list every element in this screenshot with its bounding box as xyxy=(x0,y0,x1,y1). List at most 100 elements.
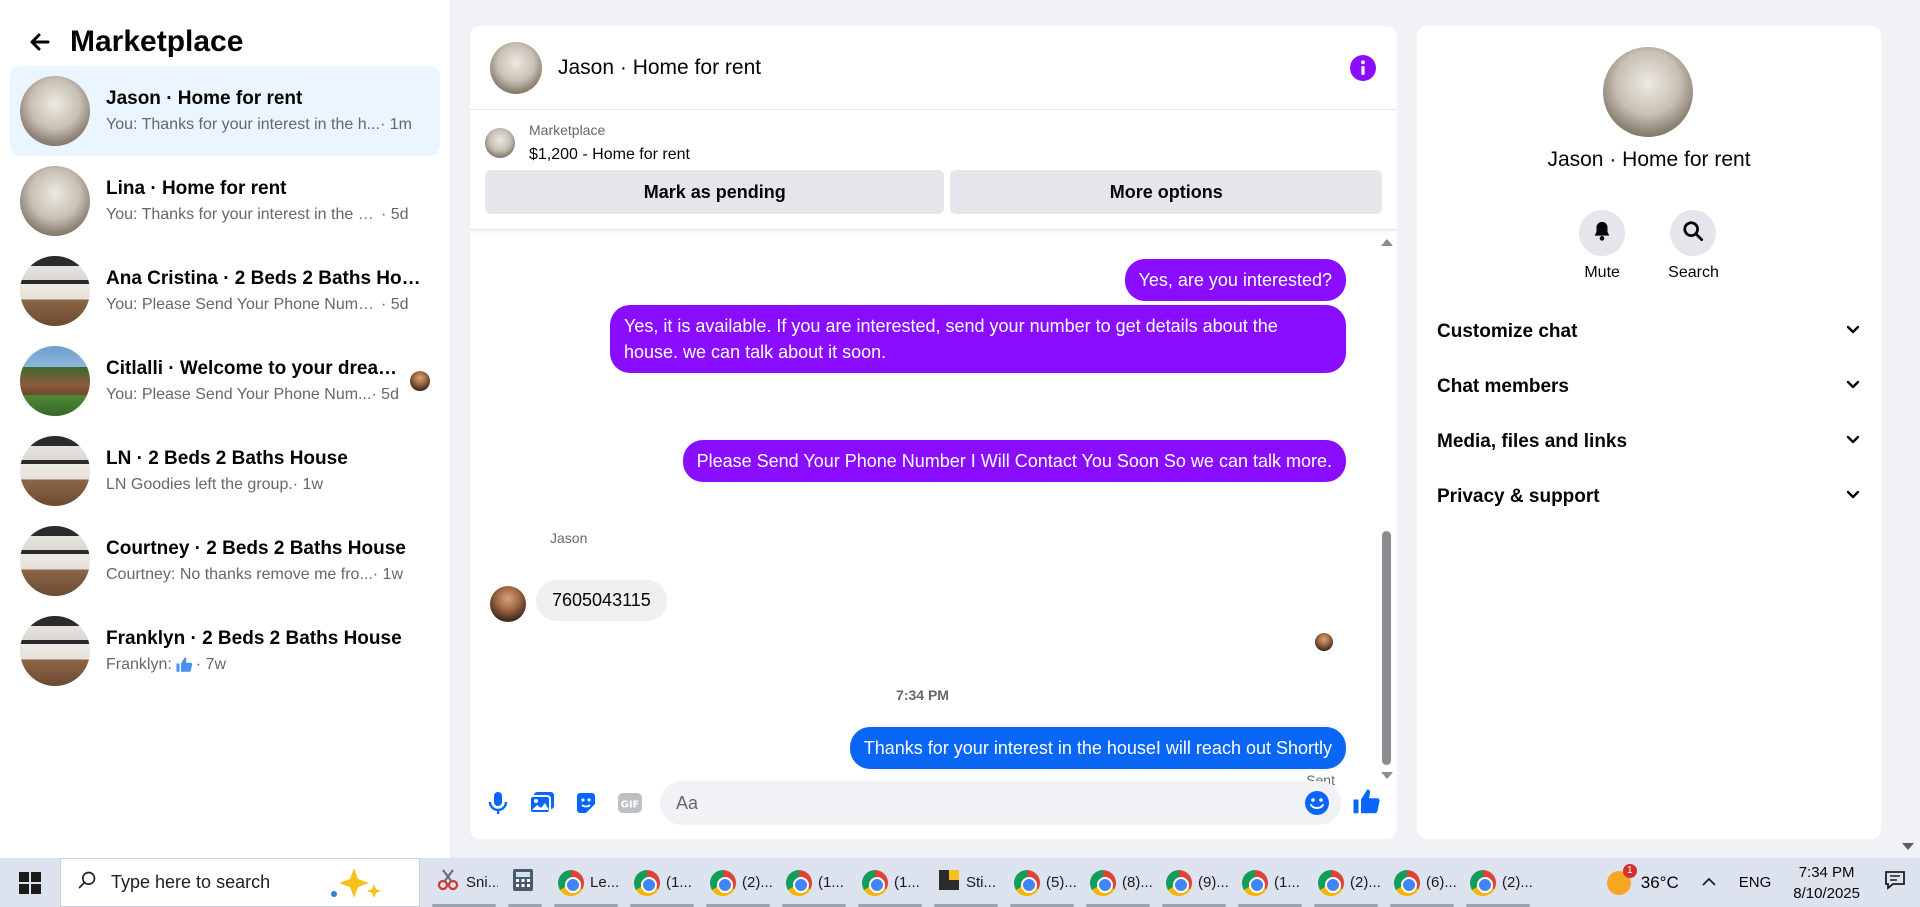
section-chat-members[interactable]: Chat members xyxy=(1437,359,1861,414)
scrollbar-thumb[interactable] xyxy=(1382,531,1391,765)
conversation-preview: You: Please Send Your Phone Number... xyxy=(106,296,381,313)
search-icon xyxy=(1682,220,1704,247)
taskbar-app-chrome[interactable]: (5)... xyxy=(1004,858,1080,907)
quick-actions: Mute Search xyxy=(1417,210,1881,282)
taskbar-app-chrome[interactable]: (9)... xyxy=(1156,858,1232,907)
conversation-item[interactable]: Lina · Home for rent You: Thanks for you… xyxy=(10,156,440,246)
conversation-item[interactable]: Courtney · 2 Beds 2 Baths House Courtney… xyxy=(10,516,440,606)
taskbar-clock[interactable]: 7:34 PM 8/10/2025 xyxy=(1793,862,1860,904)
more-options-button[interactable]: More options xyxy=(950,170,1382,214)
conversation-item[interactable]: LN · 2 Beds 2 Baths House LN Goodies lef… xyxy=(10,426,440,516)
sidebar-title: Marketplace xyxy=(70,25,244,58)
message-bubble-outgoing[interactable]: Yes, it is available. If you are interes… xyxy=(610,305,1346,373)
taskbar-app-chrome[interactable]: (1... xyxy=(776,858,852,907)
weather-widget[interactable]: 1 36°C xyxy=(1606,863,1679,895)
taskbar-app-label: Sni... xyxy=(466,874,498,891)
photo-icon[interactable] xyxy=(528,789,556,817)
conversation-name: Citlalli · Welcome to your dream... xyxy=(106,358,402,379)
chat-panel: Jason · Home for rent Marketplace $1,200… xyxy=(470,26,1397,839)
system-tray: 1 36°C ENG 7:34 PM 8/10/2025 xyxy=(1606,858,1920,907)
sender-avatar[interactable] xyxy=(490,586,526,622)
conversation-item[interactable]: Ana Cristina · 2 Beds 2 Baths House You:… xyxy=(10,246,440,336)
taskbar-app-chrome[interactable]: (1... xyxy=(624,858,700,907)
chevron-down-icon xyxy=(1845,431,1861,453)
chrome-icon xyxy=(786,869,812,896)
taskbar-app-chrome[interactable]: (2)... xyxy=(1308,858,1384,907)
chevron-down-icon xyxy=(1845,321,1861,343)
taskbar-app-label: (2)... xyxy=(1350,874,1381,891)
info-sections: Customize chat Chat members Media, files… xyxy=(1437,304,1861,524)
mark-as-pending-button[interactable]: Mark as pending xyxy=(485,170,945,214)
clock-date: 8/10/2025 xyxy=(1793,884,1860,902)
sparkle-icon xyxy=(326,866,386,900)
taskbar-app-chrome[interactable]: (8)... xyxy=(1080,858,1156,907)
message-bubble-outgoing[interactable]: Please Send Your Phone Number I Will Con… xyxy=(682,440,1346,482)
notification-center-icon[interactable] xyxy=(1884,870,1906,895)
conversation-sidebar: Marketplace Jason · Home for rent You: T… xyxy=(0,0,450,858)
conversation-item[interactable]: Jason · Home for rent You: Thanks for yo… xyxy=(10,66,440,156)
taskbar-app-chrome[interactable]: (1... xyxy=(1232,858,1308,907)
message-bubble-outgoing[interactable]: Thanks for your interest in the houseI w… xyxy=(849,727,1346,769)
chat-title[interactable]: Jason · Home for rent xyxy=(558,56,1349,80)
profile-avatar[interactable] xyxy=(1603,47,1693,137)
show-hidden-icons-icon[interactable] xyxy=(1701,874,1717,891)
marketplace-listing-bar: Marketplace $1,200 - Home for rent Mark … xyxy=(470,110,1397,230)
avatar xyxy=(20,76,90,146)
message-scrollbar[interactable] xyxy=(1379,239,1393,779)
thumbs-up-send-icon[interactable] xyxy=(1351,787,1383,819)
conversation-item[interactable]: Citlalli · Welcome to your dream... You:… xyxy=(10,336,440,426)
sticker-icon[interactable] xyxy=(572,789,600,817)
scroll-up-icon[interactable] xyxy=(1381,239,1393,246)
section-label: Customize chat xyxy=(1437,320,1578,342)
seen-avatar xyxy=(410,371,430,391)
emoji-icon[interactable] xyxy=(1303,789,1331,817)
section-media-files-links[interactable]: Media, files and links xyxy=(1437,414,1861,469)
taskbar-app-chrome[interactable]: (6)... xyxy=(1384,858,1460,907)
taskbar-app-label: (1... xyxy=(894,874,920,891)
taskbar-app-label: (9)... xyxy=(1198,874,1229,891)
search-button[interactable]: Search xyxy=(1668,210,1719,282)
chrome-icon xyxy=(1166,869,1192,896)
gif-icon[interactable]: GIF xyxy=(616,789,644,817)
taskbar-app-chrome[interactable]: Le... xyxy=(548,858,624,907)
info-icon[interactable] xyxy=(1349,54,1377,82)
thumbs-up-icon xyxy=(175,656,193,674)
listing-title[interactable]: $1,200 - Home for rent xyxy=(529,146,690,164)
taskbar-app-sticky-notes[interactable]: Sti... xyxy=(928,858,1004,907)
back-arrow-icon[interactable] xyxy=(26,28,54,56)
sticky-notes-icon xyxy=(938,869,960,896)
chat-header: Jason · Home for rent xyxy=(470,26,1397,110)
section-customize-chat[interactable]: Customize chat xyxy=(1437,304,1861,359)
listing-thumbnail[interactable] xyxy=(485,128,515,158)
taskbar-app-chrome[interactable]: (2)... xyxy=(1460,858,1536,907)
page-scroll-down-icon[interactable] xyxy=(1902,843,1914,850)
section-privacy-support[interactable]: Privacy & support xyxy=(1437,469,1861,524)
calculator-icon xyxy=(512,868,534,897)
taskbar-app-chrome[interactable]: (1... xyxy=(852,858,928,907)
conversation-time: · 1w xyxy=(292,476,324,493)
timestamp-separator: 7:34 PM xyxy=(896,687,949,703)
microphone-icon[interactable] xyxy=(484,789,512,817)
svg-text:GIF: GIF xyxy=(621,800,640,811)
message-bubble-incoming[interactable]: 7605043115 xyxy=(536,580,667,621)
conversation-info-panel: Jason · Home for rent Mute Search Custom… xyxy=(1417,26,1881,839)
search-label: Search xyxy=(1668,264,1719,281)
conversation-name: Jason · Home for rent xyxy=(106,88,303,109)
taskbar-app-chrome[interactable]: (2)... xyxy=(700,858,776,907)
message-thread: Yes, are you interested? Yes, it is avai… xyxy=(470,231,1375,788)
windows-start-icon[interactable] xyxy=(0,858,60,907)
notification-badge: 1 xyxy=(1622,863,1637,878)
message-bubble-outgoing[interactable]: Yes, are you interested? xyxy=(1124,259,1346,301)
taskbar-search-box[interactable]: Type here to search xyxy=(60,858,420,907)
mute-button[interactable]: Mute xyxy=(1579,210,1626,282)
taskbar-app-calculator[interactable] xyxy=(502,858,548,907)
message-input[interactable] xyxy=(676,792,1276,814)
section-label: Media, files and links xyxy=(1437,430,1628,452)
language-indicator[interactable]: ENG xyxy=(1739,874,1772,891)
taskbar-app-snipping-tool[interactable]: Sni... xyxy=(426,858,502,907)
conversation-item[interactable]: Franklyn · 2 Beds 2 Baths House Franklyn… xyxy=(10,606,440,696)
avatar xyxy=(20,256,90,326)
avatar[interactable] xyxy=(490,41,542,94)
conversation-name: Courtney · 2 Beds 2 Baths House xyxy=(106,538,406,559)
marketplace-label: Marketplace xyxy=(529,122,606,138)
